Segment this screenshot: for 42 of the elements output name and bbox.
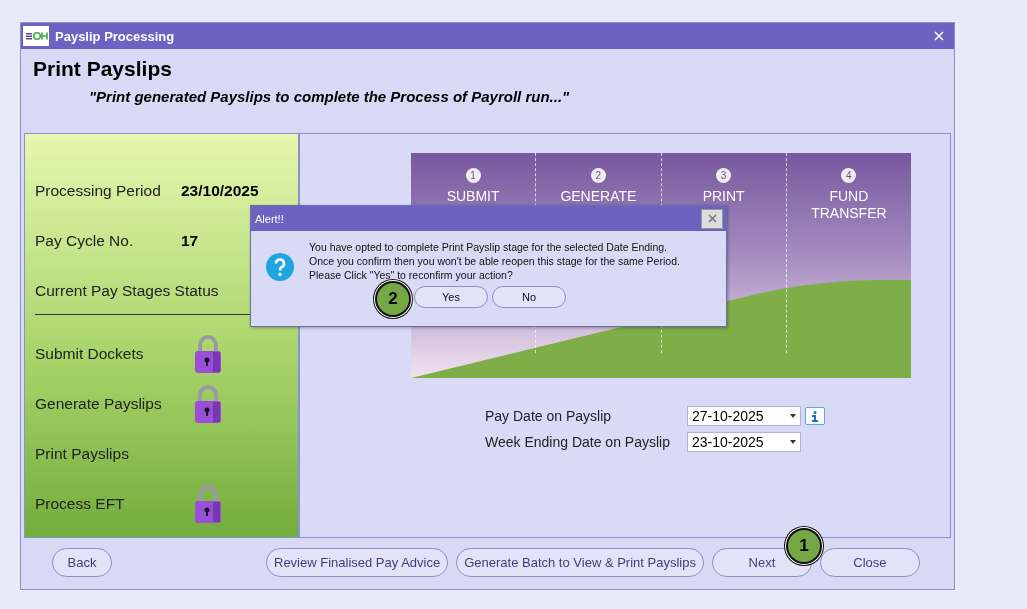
caret-icon[interactable] bbox=[790, 440, 796, 444]
dialog-button[interactable]: Yes bbox=[414, 286, 488, 308]
step-label: PRINT bbox=[701, 188, 746, 205]
close-icon bbox=[707, 214, 717, 223]
step-number: 2 bbox=[590, 168, 606, 183]
summary-label: Processing Period bbox=[35, 182, 162, 201]
dialog-button[interactable]: No bbox=[492, 286, 566, 308]
status-heading: Current Pay Stages Status bbox=[35, 282, 220, 301]
field-label: Pay Date on Payslip bbox=[485, 408, 613, 424]
step-label: GENERATE bbox=[559, 188, 638, 205]
question-icon bbox=[265, 252, 295, 282]
stage-label: Submit Dockets bbox=[35, 345, 145, 363]
action-button[interactable]: Back bbox=[52, 547, 112, 577]
step-marker: 2 bbox=[375, 281, 411, 317]
summary-value: 17 bbox=[181, 232, 199, 251]
page-title: Print Payslips bbox=[33, 57, 173, 81]
stage-label: Generate Payslips bbox=[35, 395, 163, 413]
close-icon[interactable] bbox=[934, 31, 944, 41]
dialog-title: Alert!! bbox=[255, 212, 285, 225]
step-label: SUBMIT bbox=[445, 188, 501, 205]
step-number: 3 bbox=[716, 168, 732, 183]
info-icon bbox=[812, 410, 818, 422]
step-marker: 1 bbox=[786, 528, 822, 564]
stage-label: Process EFT bbox=[35, 495, 126, 513]
field-label: Week Ending Date on Payslip bbox=[485, 434, 671, 450]
summary-label: Pay Cycle No. bbox=[35, 232, 135, 251]
logo-icon bbox=[23, 26, 49, 46]
stage-label: Print Payslips bbox=[35, 445, 130, 463]
page-subtitle: "Print generated Payslips to complete the Process of Payroll run..." bbox=[89, 88, 571, 105]
info-button[interactable] bbox=[805, 407, 825, 425]
close-button[interactable] bbox=[701, 208, 723, 229]
date-dropdown[interactable]: 23-10-2025 bbox=[687, 432, 801, 452]
step-label: FUND TRANSFER bbox=[810, 188, 888, 222]
action-button[interactable]: Close bbox=[819, 547, 920, 577]
action-button[interactable]: Review Finalised Pay Advice bbox=[266, 547, 449, 577]
caret-icon[interactable] bbox=[790, 414, 796, 418]
date-dropdown[interactable]: 27-10-2025 bbox=[687, 406, 801, 426]
step-number: 4 bbox=[841, 168, 857, 183]
dialog-message: You have opted to complete Print Payslip stage for the selected Date Ending. Once you confirm then you won't be able reopen this stage for the same Period. Please Click "Yes" to reconfirm your action? bbox=[309, 240, 680, 282]
window-title: Payslip Processing bbox=[55, 28, 176, 44]
action-button[interactable]: Generate Batch to View & Print Payslips bbox=[456, 547, 704, 577]
step-number: 1 bbox=[465, 168, 481, 183]
